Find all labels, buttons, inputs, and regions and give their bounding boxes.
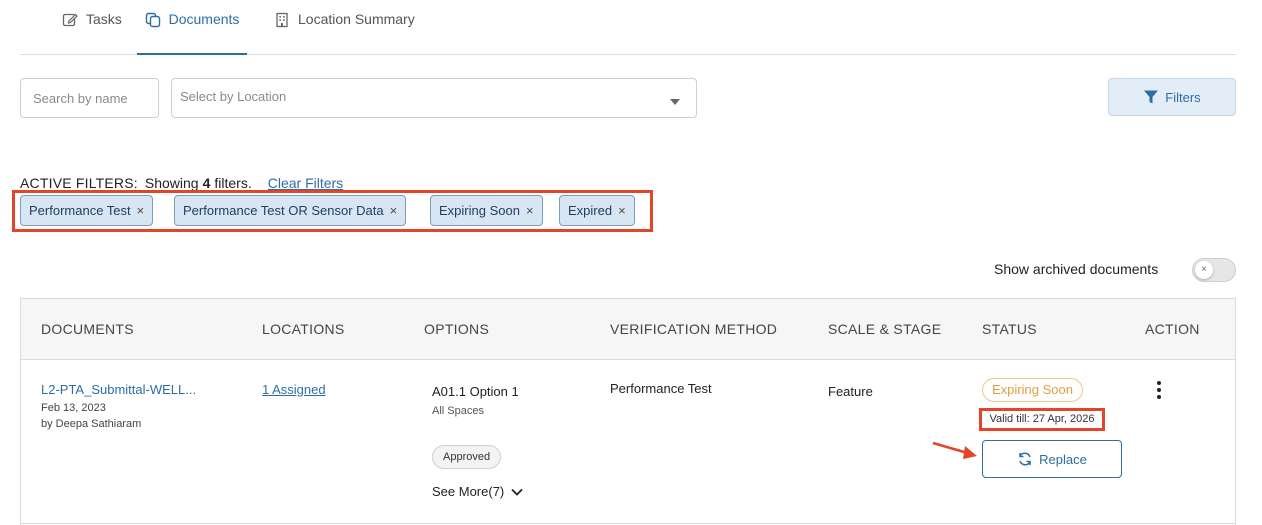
document-link[interactable]: L2-PTA_Submittal-WELL... xyxy=(41,382,196,397)
active-filters-showing: Showing xyxy=(144,175,199,191)
filter-chip-performance-or-sensor[interactable]: Performance Test OR Sensor Data × xyxy=(174,195,407,226)
header-scale-stage: SCALE & STAGE xyxy=(828,321,942,337)
documents-table: DOCUMENTS LOCATIONS OPTIONS VERIFICATION… xyxy=(20,298,1236,525)
close-icon[interactable]: × xyxy=(618,203,626,218)
kebab-dot xyxy=(1157,388,1161,392)
filter-chip-expired[interactable]: Expired × xyxy=(559,195,635,226)
replace-button-label: Replace xyxy=(1039,451,1087,467)
tab-bar: Tasks Documents Location Summary xyxy=(20,0,1236,55)
filter-chip-label: Expired xyxy=(568,203,613,218)
search-input[interactable] xyxy=(20,78,159,118)
active-filters-count: 4 xyxy=(202,175,211,191)
chevron-down-icon xyxy=(511,488,523,496)
verification-method: Performance Test xyxy=(610,381,712,396)
header-documents: DOCUMENTS xyxy=(41,321,134,337)
clear-filters-link[interactable]: Clear Filters xyxy=(268,175,343,191)
see-more-toggle[interactable]: See More(7) xyxy=(432,484,524,499)
filter-chip-label: Expiring Soon xyxy=(439,203,520,218)
header-action: ACTION xyxy=(1145,321,1200,337)
location-select-placeholder: Select by Location xyxy=(180,89,287,104)
tab-tasks[interactable]: Tasks xyxy=(62,0,122,55)
replace-button[interactable]: Replace xyxy=(982,440,1122,478)
tab-documents[interactable]: Documents xyxy=(137,0,247,55)
more-actions-icon[interactable] xyxy=(1154,381,1164,399)
filter-chip-label: Performance Test xyxy=(29,203,131,218)
header-status: STATUS xyxy=(982,321,1037,337)
show-archived-toggle[interactable]: × xyxy=(1192,258,1236,282)
valid-till-highlight: Valid till: 27 Apr, 2026 xyxy=(979,408,1105,431)
refresh-icon xyxy=(1019,452,1031,466)
header-options: OPTIONS xyxy=(424,321,490,337)
close-icon[interactable]: × xyxy=(390,203,398,218)
tab-location-summary-label: Location Summary xyxy=(298,11,415,27)
copy-icon xyxy=(145,12,160,28)
document-date: Feb 13, 2023 xyxy=(41,402,106,414)
document-author: by Deepa Sathiaram xyxy=(41,418,142,430)
table-row: L2-PTA_Submittal-WELL... Feb 13, 2023 by… xyxy=(21,361,1235,524)
funnel-icon xyxy=(1144,90,1159,104)
active-filters-summary: ACTIVE FILTERS: Showing 4 filters. Clear… xyxy=(20,175,343,191)
status-badge: Expiring Soon xyxy=(982,378,1083,402)
locations-link[interactable]: 1 Assigned xyxy=(262,382,326,397)
see-more-label: See More(7) xyxy=(432,484,505,499)
edit-icon xyxy=(62,13,78,27)
option-scope: All Spaces xyxy=(432,405,484,417)
approved-badge: Approved xyxy=(432,445,502,469)
kebab-dot xyxy=(1157,381,1161,385)
active-filters-suffix: filters. xyxy=(214,175,252,191)
arrow-right-icon xyxy=(932,441,977,459)
tab-documents-label: Documents xyxy=(168,11,240,27)
option-name: A01.1 Option 1 xyxy=(432,384,519,399)
chevron-down-icon xyxy=(670,99,680,105)
close-icon[interactable]: × xyxy=(137,203,145,218)
location-select[interactable]: Select by Location xyxy=(171,78,697,118)
tab-location-summary[interactable]: Location Summary xyxy=(274,0,415,55)
table-header: DOCUMENTS LOCATIONS OPTIONS VERIFICATION… xyxy=(21,299,1235,360)
filters-button-label: Filters xyxy=(1165,89,1201,105)
close-icon[interactable]: × xyxy=(526,203,534,218)
building-icon xyxy=(276,12,288,28)
scale-stage: Feature xyxy=(828,384,873,399)
valid-till-text: Valid till: 27 Apr, 2026 xyxy=(989,413,1095,425)
filter-chip-label: Performance Test OR Sensor Data xyxy=(183,203,384,218)
header-locations: LOCATIONS xyxy=(262,321,345,337)
active-filters-label: ACTIVE FILTERS: xyxy=(20,175,138,191)
header-verification-method: VERIFICATION METHOD xyxy=(610,321,778,337)
tab-tasks-label: Tasks xyxy=(86,11,122,27)
show-archived-label: Show archived documents xyxy=(994,261,1159,277)
kebab-dot xyxy=(1157,395,1161,399)
filter-chip-expiring-soon[interactable]: Expiring Soon × xyxy=(430,195,543,226)
toggle-knob: × xyxy=(1195,261,1213,279)
filter-chip-performance-test[interactable]: Performance Test × xyxy=(20,195,154,226)
filters-button[interactable]: Filters xyxy=(1108,78,1236,116)
